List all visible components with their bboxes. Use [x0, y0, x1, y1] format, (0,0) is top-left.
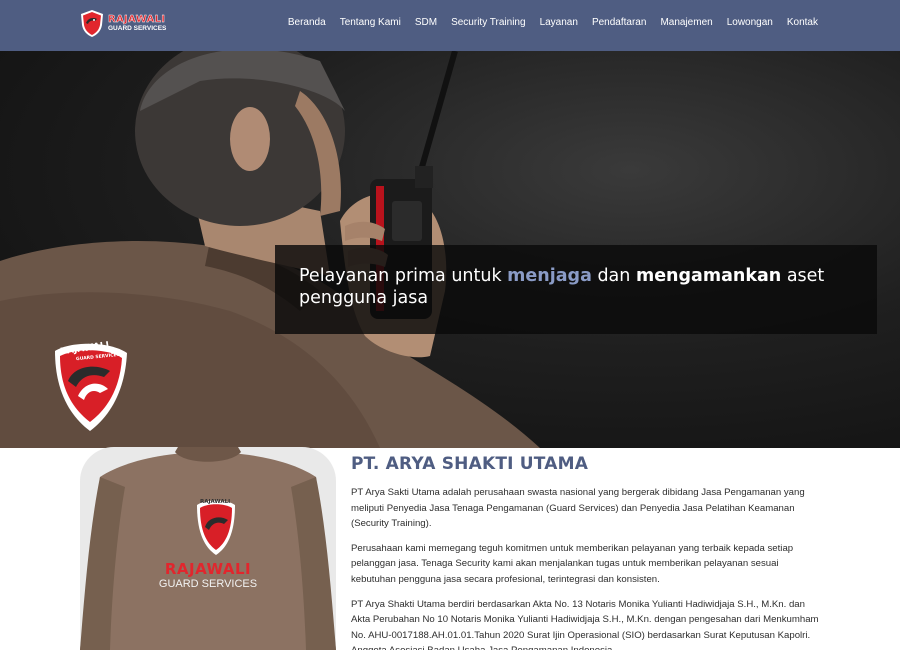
photo-badge-name: RAJAWALI: [200, 499, 231, 505]
hero-banner: RAJAWALI GUARD SERVICES Pelayanan prima …: [0, 51, 900, 448]
nav-item-security-training[interactable]: Security Training: [451, 17, 525, 28]
nav-item-manajemen[interactable]: Manajemen: [660, 17, 712, 28]
hero-text-part: dan: [591, 266, 636, 286]
nav-item-tentang-kami[interactable]: Tentang Kami: [340, 17, 401, 28]
site-logo[interactable]: RAJAWALI GUARD SERVICES: [80, 9, 166, 38]
logo-subtitle: GUARD SERVICES: [108, 24, 167, 32]
nav-item-sdm[interactable]: SDM: [415, 17, 437, 28]
about-photo: RAJAWALI RAJAWALI GUARD SERVICES: [80, 447, 336, 650]
hero-highlight-mengamankan: mengamankan: [635, 266, 782, 286]
about-title: PT. ARYA SHAKTI UTAMA: [351, 454, 589, 474]
shield-logo-icon: [81, 10, 103, 37]
nav-item-kontak[interactable]: Kontak: [787, 17, 818, 28]
hero-tagline-box: Pelayanan prima untuk menjaga dan mengam…: [275, 245, 877, 334]
guard-uniform-back-image: [80, 447, 336, 650]
about-paragraph: Perusahaan kami memegang teguh komitmen …: [351, 542, 794, 585]
hero-highlight-menjaga: menjaga: [507, 266, 592, 286]
hero-text-part: Pelayanan prima untuk: [299, 266, 508, 286]
photo-brand-name: RAJAWALI: [164, 560, 252, 578]
nav-item-pendaftaran[interactable]: Pendaftaran: [592, 17, 647, 28]
site-header: RAJAWALI GUARD SERVICES Beranda Tentang …: [0, 0, 900, 51]
photo-brand-sub: GUARD SERVICES: [158, 578, 258, 590]
about-paragraph: PT Arya Shakti Utama berdiri berdasarkan…: [351, 598, 819, 650]
about-section: PT. ARYA SHAKTI UTAMA PT Arya Sakti Utam…: [351, 454, 821, 650]
logo-title: RAJAWALI: [108, 13, 166, 25]
nav-item-beranda[interactable]: Beranda: [288, 17, 326, 28]
hero-tagline: Pelayanan prima untuk menjaga dan mengam…: [299, 265, 853, 309]
about-paragraph: PT Arya Sakti Utama adalah perusahaan sw…: [351, 487, 805, 530]
main-nav: Beranda Tentang Kami SDM Security Traini…: [274, 0, 818, 44]
nav-item-layanan[interactable]: Layanan: [540, 17, 578, 28]
nav-item-lowongan[interactable]: Lowongan: [727, 17, 773, 28]
